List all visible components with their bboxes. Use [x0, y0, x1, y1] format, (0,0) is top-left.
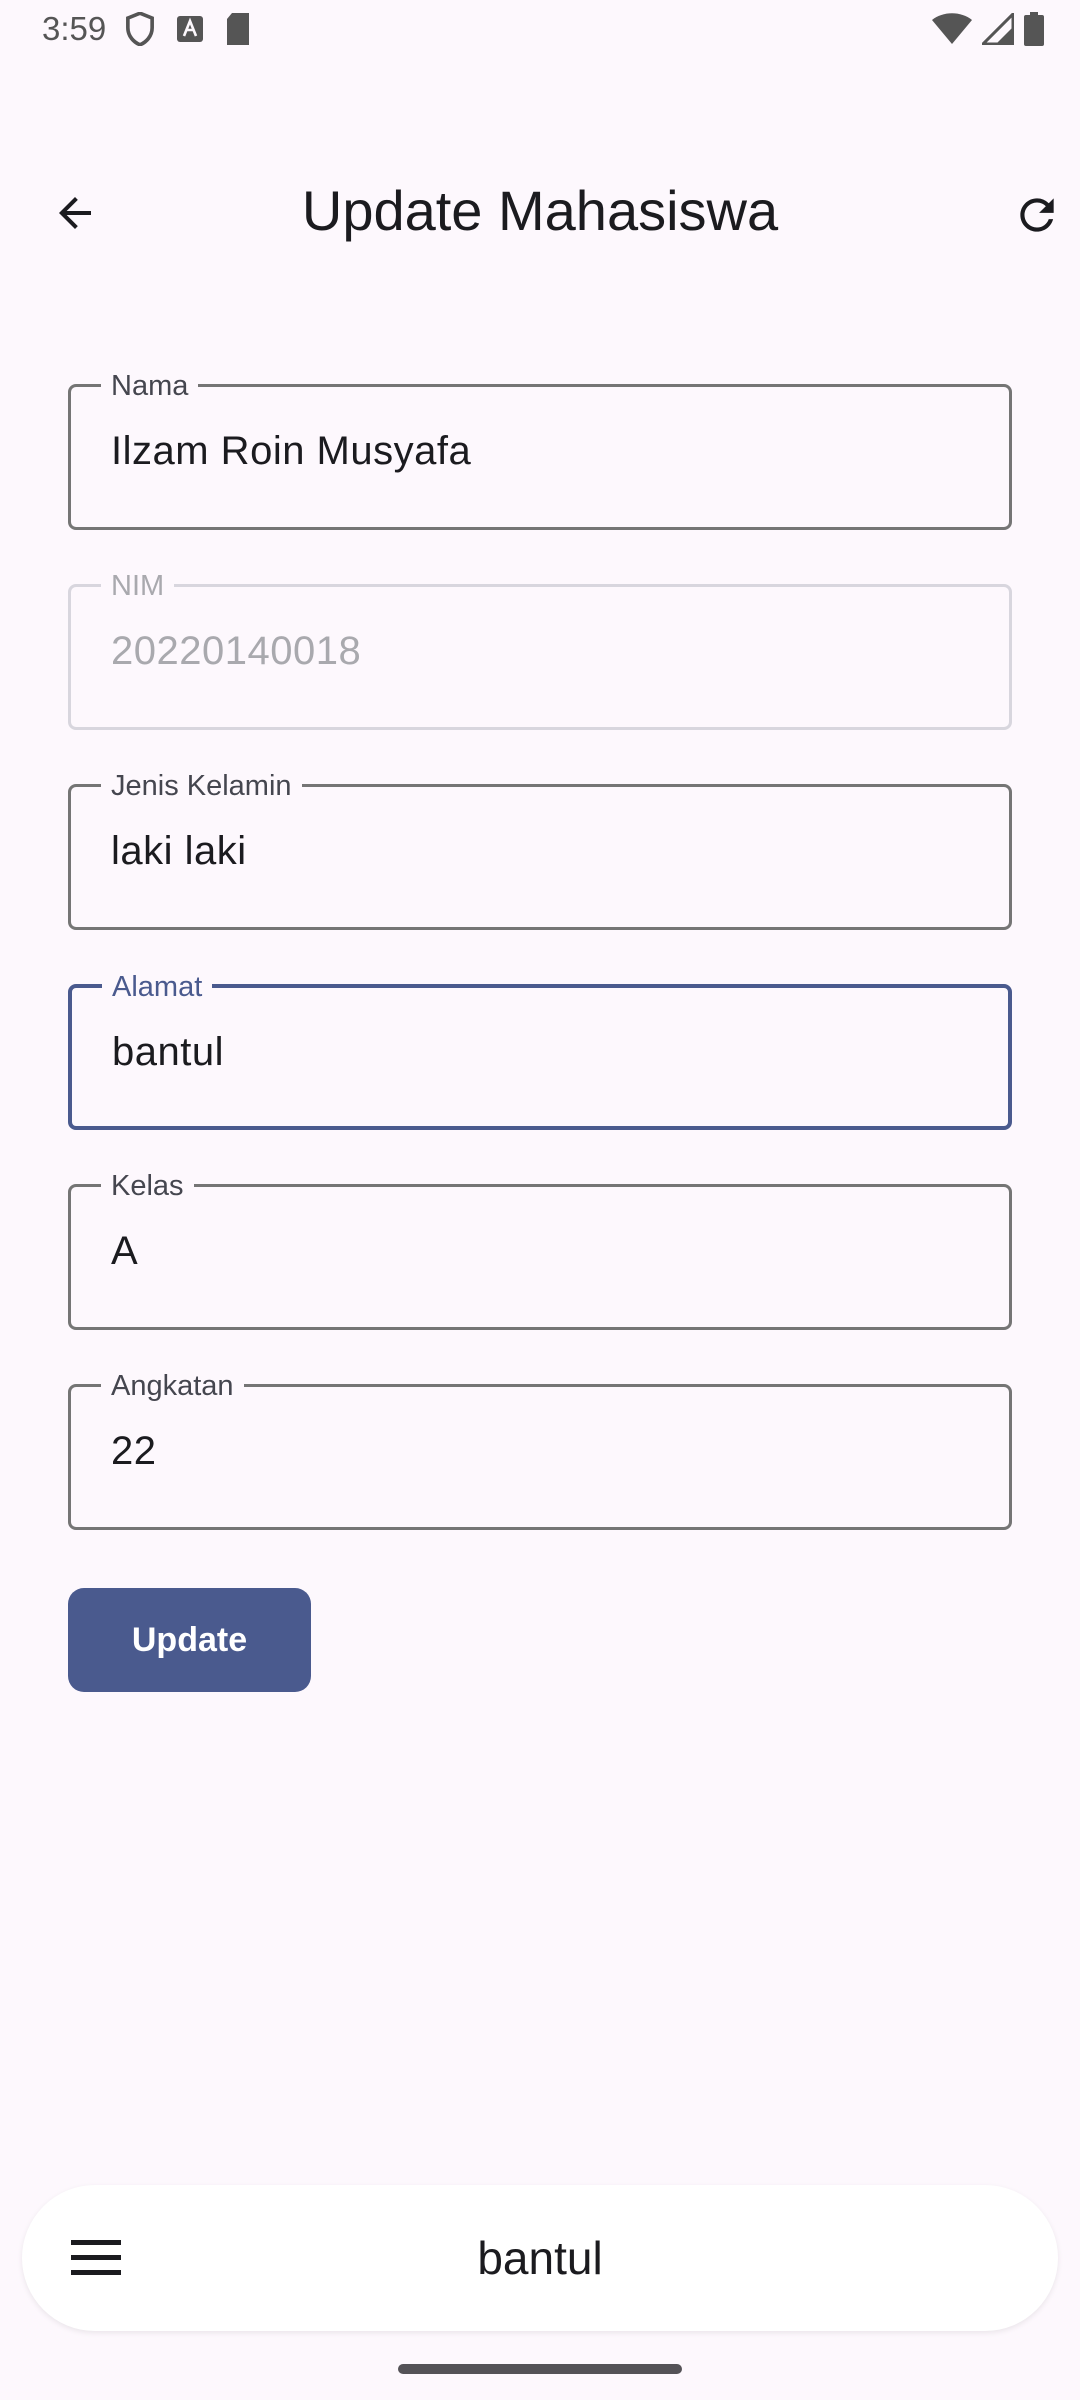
nim-input: [111, 629, 971, 674]
status-bar: 3:59: [0, 0, 1080, 64]
status-icons-left: [125, 12, 251, 46]
refresh-button[interactable]: [1002, 180, 1072, 250]
update-button[interactable]: Update: [68, 1588, 311, 1692]
nim-label: NIM: [101, 569, 175, 603]
suggestion-chip[interactable]: bantul: [22, 2231, 1058, 2285]
kelas-field[interactable]: Kelas: [68, 1169, 1012, 1330]
angkatan-field[interactable]: Angkatan: [68, 1369, 1012, 1530]
kelas-label: Kelas: [101, 1169, 194, 1203]
kelas-input[interactable]: [111, 1229, 971, 1274]
font-icon: [177, 16, 203, 42]
status-icons-right: [932, 12, 1044, 46]
battery-icon: [1024, 12, 1044, 46]
signal-icon: [982, 13, 1014, 45]
alamat-field[interactable]: Alamat: [68, 970, 1012, 1130]
nama-input[interactable]: [111, 429, 971, 474]
keyboard-suggestion-bar: bantul: [22, 2185, 1058, 2331]
status-time: 3:59: [42, 10, 107, 47]
wifi-icon: [932, 13, 972, 45]
jenis-kelamin-field[interactable]: Jenis Kelamin: [68, 769, 1012, 930]
page-title: Update Mahasiswa: [301, 179, 779, 242]
jenis-kelamin-label: Jenis Kelamin: [101, 769, 302, 803]
alamat-label: Alamat: [102, 970, 213, 1004]
nim-field: NIM: [68, 569, 1012, 730]
angkatan-label: Angkatan: [101, 1369, 244, 1403]
shield-icon: [125, 12, 155, 46]
angkatan-input[interactable]: [111, 1429, 971, 1474]
nama-field[interactable]: Nama: [68, 369, 1012, 530]
home-indicator[interactable]: [398, 2364, 682, 2374]
top-app-bar: Update Mahasiswa: [0, 150, 1080, 270]
sd-card-icon: [225, 13, 251, 45]
alamat-input[interactable]: [112, 1030, 972, 1075]
nama-label: Nama: [101, 369, 199, 403]
jenis-kelamin-input[interactable]: [111, 829, 971, 874]
refresh-icon: [1012, 190, 1062, 240]
